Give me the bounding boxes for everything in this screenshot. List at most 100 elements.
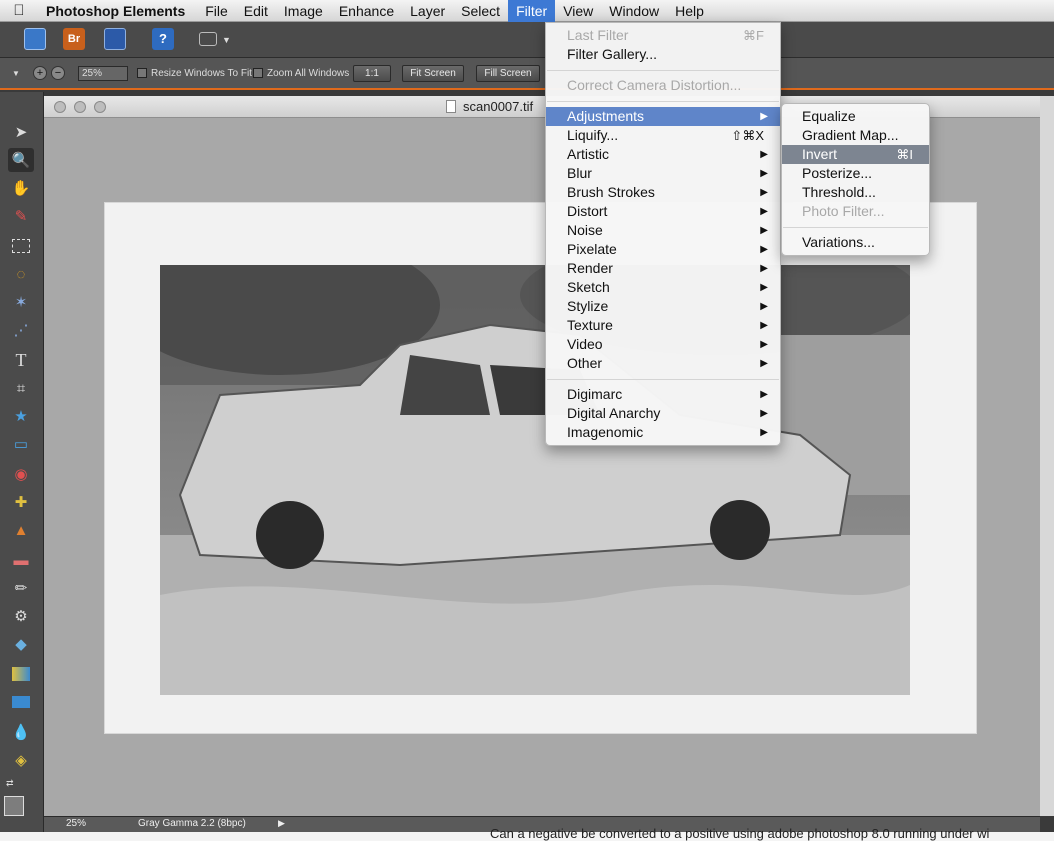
zoom-in-icon[interactable]: + bbox=[33, 66, 47, 80]
liquify-label: Liquify... bbox=[567, 127, 619, 143]
menu-window[interactable]: Window bbox=[601, 0, 667, 22]
move-tool-icon[interactable]: ➤ bbox=[8, 120, 34, 144]
bridge-button[interactable]: Br bbox=[63, 28, 85, 50]
menu-separator bbox=[783, 227, 928, 228]
type-tool-icon[interactable]: T bbox=[8, 348, 34, 372]
menu-select[interactable]: Select bbox=[453, 0, 508, 22]
quick-selection-tool-icon[interactable]: ⋰ bbox=[8, 318, 34, 342]
menu-item-correct-camera-distortion[interactable]: Correct Camera Distortion... bbox=[546, 76, 780, 95]
menu-item-noise[interactable]: Noise ▶ bbox=[546, 221, 780, 240]
sponge-tool-icon[interactable]: ◈ bbox=[8, 748, 34, 772]
menu-layer[interactable]: Layer bbox=[402, 0, 453, 22]
shape-tool-icon[interactable] bbox=[8, 690, 34, 714]
zoom-all-windows-checkbox[interactable]: Zoom All Windows bbox=[253, 66, 349, 82]
lasso-tool-icon[interactable]: ◌ bbox=[8, 262, 34, 286]
menu-image[interactable]: Image bbox=[276, 0, 331, 22]
eraser-tool-icon[interactable]: ▬ bbox=[8, 548, 34, 572]
actual-pixels-button[interactable]: 1:1 bbox=[353, 65, 391, 82]
menu-view[interactable]: View bbox=[555, 0, 601, 22]
menu-item-render[interactable]: Render ▶ bbox=[546, 259, 780, 278]
swap-colors-icon[interactable]: ⇄ bbox=[6, 778, 14, 789]
menu-item-adjustments[interactable]: Adjustments ▶ bbox=[546, 107, 780, 126]
menu-item-threshold[interactable]: Threshold... bbox=[782, 183, 929, 202]
brush-tool-icon[interactable]: ✏ bbox=[8, 576, 34, 600]
status-zoom[interactable]: 25% bbox=[66, 818, 86, 829]
shortcuts-bar: Br ? ▼ bbox=[0, 22, 1054, 58]
menu-item-last-filter[interactable]: Last Filter ⌘F bbox=[546, 26, 780, 45]
artistic-label: Artistic bbox=[567, 146, 609, 162]
chevron-down-icon[interactable]: ▼ bbox=[222, 35, 231, 45]
background-page-text: Can a negative be converted to a positiv… bbox=[490, 826, 990, 841]
menu-item-pixelate[interactable]: Pixelate ▶ bbox=[546, 240, 780, 259]
help-button[interactable]: ? bbox=[152, 28, 174, 50]
apple-icon[interactable]:  bbox=[0, 0, 38, 22]
minimize-window-icon[interactable] bbox=[74, 101, 86, 113]
menu-separator bbox=[547, 70, 779, 71]
menu-item-texture[interactable]: Texture ▶ bbox=[546, 316, 780, 335]
menu-item-artistic[interactable]: Artistic ▶ bbox=[546, 145, 780, 164]
straighten-tool-icon[interactable]: ▭ bbox=[8, 432, 34, 456]
right-panel-strip bbox=[1040, 96, 1054, 816]
resize-windows-checkbox[interactable]: Resize Windows To Fit bbox=[137, 66, 252, 82]
layout-icon[interactable] bbox=[199, 32, 217, 46]
submenu-arrow-icon: ▶ bbox=[760, 427, 768, 438]
menu-item-other[interactable]: Other ▶ bbox=[546, 354, 780, 373]
menu-item-stylize[interactable]: Stylize ▶ bbox=[546, 297, 780, 316]
menu-item-liquify[interactable]: Liquify... ⇧⌘X bbox=[546, 126, 780, 145]
menu-item-posterize[interactable]: Posterize... bbox=[782, 164, 929, 183]
red-eye-tool-icon[interactable]: ◉ bbox=[8, 462, 34, 486]
save-icon[interactable] bbox=[104, 28, 126, 50]
menu-item-photo-filter[interactable]: Photo Filter... bbox=[782, 202, 929, 221]
paint-bucket-tool-icon[interactable]: ◆ bbox=[8, 632, 34, 656]
menu-item-digimarc[interactable]: Digimarc ▶ bbox=[546, 385, 780, 404]
menu-item-equalize[interactable]: Equalize bbox=[782, 107, 929, 126]
zoom-tool-icon[interactable]: 🔍 bbox=[8, 148, 34, 172]
healing-brush-tool-icon[interactable]: ✚ bbox=[8, 490, 34, 514]
fit-screen-button[interactable]: Fit Screen bbox=[402, 65, 464, 82]
invert-label: Invert bbox=[802, 146, 838, 162]
submenu-arrow-icon: ▶ bbox=[760, 111, 768, 122]
menu-item-imagenomic[interactable]: Imagenomic ▶ bbox=[546, 423, 780, 442]
menu-item-blur[interactable]: Blur ▶ bbox=[546, 164, 780, 183]
menu-filter[interactable]: Filter bbox=[508, 0, 556, 22]
menu-item-video[interactable]: Video ▶ bbox=[546, 335, 780, 354]
submenu-arrow-icon: ▶ bbox=[760, 244, 768, 255]
marquee-tool-icon[interactable] bbox=[8, 234, 34, 258]
menu-edit[interactable]: Edit bbox=[236, 0, 276, 22]
blur-tool-icon[interactable]: 💧 bbox=[8, 720, 34, 744]
close-window-icon[interactable] bbox=[54, 101, 66, 113]
zoom-window-icon[interactable] bbox=[94, 101, 106, 113]
new-file-icon[interactable] bbox=[24, 28, 46, 50]
status-menu-arrow-icon[interactable]: ▶ bbox=[278, 818, 285, 829]
menu-item-variations[interactable]: Variations... bbox=[782, 233, 929, 252]
menu-item-invert[interactable]: Invert ⌘I bbox=[782, 145, 929, 164]
menu-help[interactable]: Help bbox=[667, 0, 712, 22]
foreground-color-swatch[interactable] bbox=[4, 796, 24, 816]
menu-item-gradient-map[interactable]: Gradient Map... bbox=[782, 126, 929, 145]
smart-brush-tool-icon[interactable]: ⚙ bbox=[8, 604, 34, 628]
options-menu-icon[interactable]: ▼ bbox=[12, 66, 20, 82]
eyedropper-tool-icon[interactable]: ✎ bbox=[8, 204, 34, 228]
last-filter-shortcut: ⌘F bbox=[743, 28, 764, 43]
menu-item-filter-gallery[interactable]: Filter Gallery... bbox=[546, 45, 780, 64]
menu-item-sketch[interactable]: Sketch ▶ bbox=[546, 278, 780, 297]
imagenomic-label: Imagenomic bbox=[567, 424, 644, 440]
magic-wand-tool-icon[interactable]: ✶ bbox=[8, 290, 34, 314]
crop-tool-icon[interactable]: ⌗ bbox=[8, 376, 34, 400]
menu-item-digital-anarchy[interactable]: Digital Anarchy ▶ bbox=[546, 404, 780, 423]
cookie-cutter-tool-icon[interactable]: ★ bbox=[8, 404, 34, 428]
menu-enhance[interactable]: Enhance bbox=[331, 0, 402, 22]
zoom-field[interactable]: 25% bbox=[78, 66, 128, 81]
menu-file[interactable]: File bbox=[197, 0, 236, 22]
menu-item-distort[interactable]: Distort ▶ bbox=[546, 202, 780, 221]
gradient-tool-icon[interactable] bbox=[8, 662, 34, 686]
clone-stamp-tool-icon[interactable]: ▲ bbox=[8, 518, 34, 542]
status-profile: Gray Gamma 2.2 (8bpc) bbox=[138, 818, 246, 829]
file-icon bbox=[446, 100, 456, 113]
zoom-out-icon[interactable]: − bbox=[51, 66, 65, 80]
app-menu[interactable]: Photoshop Elements bbox=[38, 0, 197, 22]
submenu-arrow-icon: ▶ bbox=[760, 282, 768, 293]
hand-tool-icon[interactable]: ✋ bbox=[8, 176, 34, 200]
menu-item-brush-strokes[interactable]: Brush Strokes ▶ bbox=[546, 183, 780, 202]
fill-screen-button[interactable]: Fill Screen bbox=[476, 65, 540, 82]
